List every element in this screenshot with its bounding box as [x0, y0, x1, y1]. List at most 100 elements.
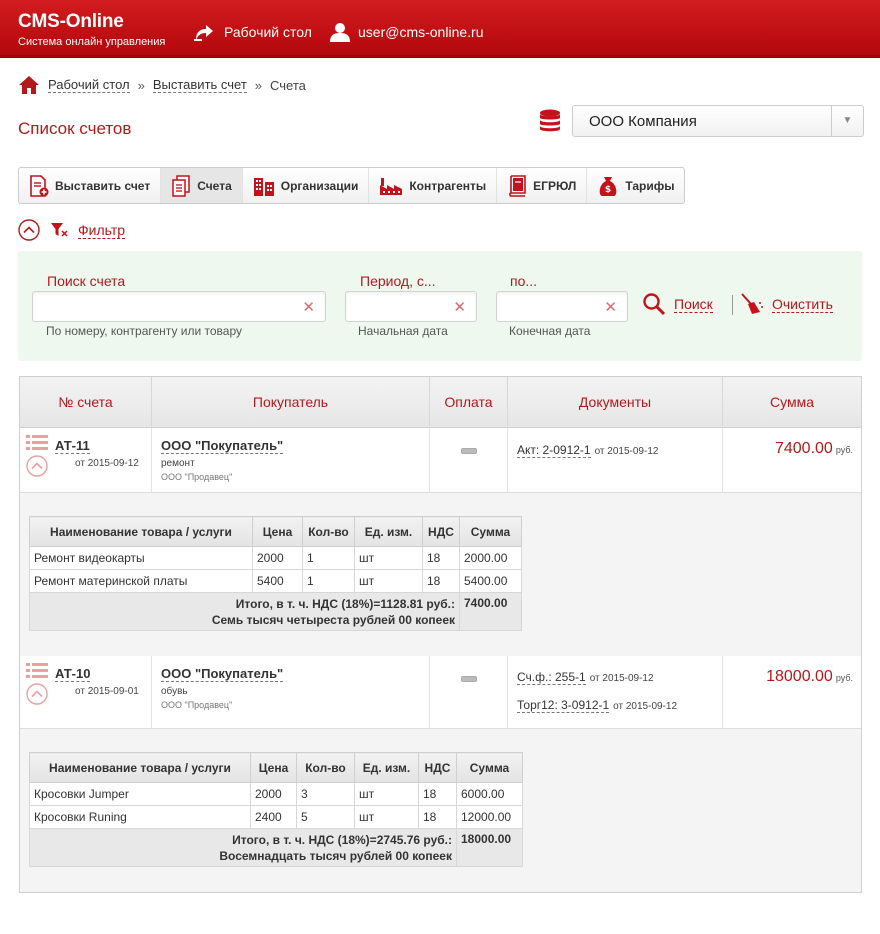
- item-price: 2400: [250, 805, 297, 829]
- item-qty: 1: [302, 569, 355, 593]
- clear-search-icon[interactable]: ✕: [302, 298, 315, 316]
- invoice-date: от 2015-09-01: [75, 686, 139, 697]
- buyer-name[interactable]: ООО "Покупатель": [161, 438, 284, 454]
- invoice-number[interactable]: АТ-11: [55, 438, 90, 454]
- desk-link-label: Рабочий стол: [224, 24, 312, 40]
- search-button[interactable]: Поиск: [642, 292, 713, 316]
- items-col-vat: НДС: [422, 516, 460, 547]
- company-select-value: ООО Компания: [589, 113, 697, 130]
- table-header: № счета Покупатель Оплата Документы Сумм…: [20, 377, 861, 428]
- tab-organizations[interactable]: Организации: [243, 168, 370, 203]
- search-hint: По номеру, контрагенту или товару: [46, 324, 243, 338]
- tab-new-invoice[interactable]: Выставить счет: [19, 168, 162, 203]
- total-vat-line: Итого, в т. ч. НДС (18%)=1128.81 руб.:: [235, 596, 455, 611]
- period-to-input[interactable]: ✕: [496, 291, 628, 322]
- item-row: Кросовки Runing 2400 5 шт 18 12000.00: [29, 805, 523, 829]
- company-select[interactable]: ООО Компания ▼: [572, 105, 864, 137]
- item-price: 2000: [250, 782, 297, 806]
- period-to-label: по...: [510, 273, 538, 289]
- column-sum[interactable]: Сумма: [723, 377, 861, 428]
- invoices-table: № счета Покупатель Оплата Документы Сумм…: [19, 376, 862, 893]
- document-link[interactable]: Сч.ф.: 255-1 от 2015-09-12: [517, 670, 654, 685]
- item-vat: 18: [418, 782, 457, 806]
- clear-period-from-icon[interactable]: ✕: [453, 298, 466, 316]
- item-qty: 3: [296, 782, 355, 806]
- list-icon[interactable]: [26, 662, 48, 680]
- payment-status-indicator[interactable]: [461, 676, 477, 682]
- breadcrumb-desk[interactable]: Рабочий стол: [48, 77, 130, 93]
- items-header-row: Наименование товара / услуги Цена Кол-во…: [29, 752, 523, 783]
- tab-invoices[interactable]: Счета: [161, 168, 243, 203]
- table-row[interactable]: АТ-11 от 2015-09-12 ООО "Покупатель" рем…: [20, 428, 861, 493]
- breadcrumb: Рабочий стол » Выставить счет » Счета: [18, 75, 306, 95]
- items-col-price: Цена: [252, 516, 303, 547]
- payment-status-indicator[interactable]: [461, 448, 477, 454]
- breadcrumb-new-invoice[interactable]: Выставить счет: [152, 77, 247, 93]
- search-input[interactable]: ✕: [32, 291, 326, 322]
- breadcrumb-separator: »: [254, 77, 263, 93]
- total-vat-line: Итого, в т. ч. НДС (18%)=2745.76 руб.:: [232, 832, 452, 847]
- column-documents[interactable]: Документы: [508, 377, 723, 428]
- item-vat: 18: [422, 546, 460, 570]
- payment-cell: [430, 428, 508, 493]
- filter-panel: Поиск счета ✕ По номеру, контрагенту или…: [18, 251, 862, 361]
- buyer-name[interactable]: ООО "Покупатель": [161, 666, 284, 682]
- item-vat: 18: [418, 805, 457, 829]
- items-total-label: Итого, в т. ч. НДС (18%)=1128.81 руб.: С…: [29, 592, 460, 631]
- total-words-line: Семь тысяч четыреста рублей 00 копеек: [211, 612, 455, 627]
- logo-title[interactable]: CMS-Online: [18, 11, 124, 33]
- document-date: от 2015-09-12: [613, 701, 678, 712]
- item-name: Ремонт материнской платы: [29, 569, 253, 593]
- item-name: Ремонт видеокарты: [29, 546, 253, 570]
- collapse-up-icon[interactable]: [18, 219, 40, 241]
- number-cell: АТ-10 от 2015-09-01: [20, 656, 152, 729]
- filter-toggle[interactable]: Фильтр: [18, 219, 126, 241]
- document-link[interactable]: Акт: 2-0912-1 от 2015-09-12: [517, 443, 658, 458]
- item-sum: 6000.00: [456, 782, 523, 806]
- items-total-label: Итого, в т. ч. НДС (18%)=2745.76 руб.: В…: [29, 828, 457, 867]
- items-col-qty: Кол-во: [302, 516, 355, 547]
- home-icon[interactable]: [18, 75, 40, 95]
- column-payment[interactable]: Оплата: [430, 377, 508, 428]
- document-name: Торг12: 3-0912-1: [517, 698, 610, 713]
- items-col-name: Наименование товара / услуги: [29, 752, 251, 783]
- tab-tariffs-label: Тарифы: [625, 178, 675, 193]
- document-name: Акт: 2-0912-1: [517, 443, 591, 458]
- items-col-unit: Ед. изм.: [354, 516, 423, 547]
- column-number[interactable]: № счета: [20, 377, 152, 428]
- item-unit: шт: [354, 569, 423, 593]
- tab-counterparties[interactable]: Контрагенты: [369, 168, 498, 203]
- chevron-down-icon[interactable]: ▼: [831, 106, 863, 136]
- user-link[interactable]: user@cms-online.ru: [330, 22, 483, 42]
- period-to-hint: Конечная дата: [509, 324, 591, 338]
- tab-organizations-label: Организации: [280, 178, 359, 193]
- item-row: Ремонт видеокарты 2000 1 шт 18 2000.00: [29, 546, 522, 570]
- desk-link[interactable]: Рабочий стол: [192, 22, 312, 42]
- list-icon[interactable]: [26, 434, 48, 452]
- tab-counterparties-label: Контрагенты: [409, 178, 487, 193]
- seller-name: ООО "Продавец": [161, 472, 233, 482]
- document-link[interactable]: Торг12: 3-0912-1 от 2015-09-12: [517, 698, 678, 713]
- clear-button[interactable]: Очистить: [740, 292, 833, 316]
- invoice-items-table: Наименование товара / услуги Цена Кол-во…: [29, 752, 523, 867]
- user-icon: [330, 23, 350, 42]
- clear-period-to-icon[interactable]: ✕: [604, 298, 617, 316]
- item-unit: шт: [354, 782, 419, 806]
- breadcrumb-separator: »: [137, 77, 145, 93]
- tab-egrul[interactable]: ЕГРЮЛ: [497, 168, 588, 203]
- action-divider: [732, 295, 733, 315]
- filter-label[interactable]: Фильтр: [78, 222, 126, 239]
- column-buyer[interactable]: Покупатель: [152, 377, 430, 428]
- period-from-input[interactable]: ✕: [345, 291, 477, 322]
- tab-tariffs[interactable]: $ Тарифы: [587, 168, 684, 203]
- items-total-value: 7400.00: [459, 592, 522, 631]
- collapse-row-icon[interactable]: [26, 683, 48, 705]
- documents-cell: [508, 428, 723, 493]
- factory-icon: [380, 177, 403, 195]
- page-title: Список счетов: [18, 119, 132, 138]
- invoice-number[interactable]: АТ-10: [55, 666, 91, 682]
- collapse-row-icon[interactable]: [26, 455, 48, 477]
- items-col-price: Цена: [250, 752, 297, 783]
- invoice-sum-value: 18000.00: [766, 668, 833, 685]
- table-row[interactable]: АТ-10 от 2015-09-01 ООО "Покупатель" обу…: [20, 656, 861, 729]
